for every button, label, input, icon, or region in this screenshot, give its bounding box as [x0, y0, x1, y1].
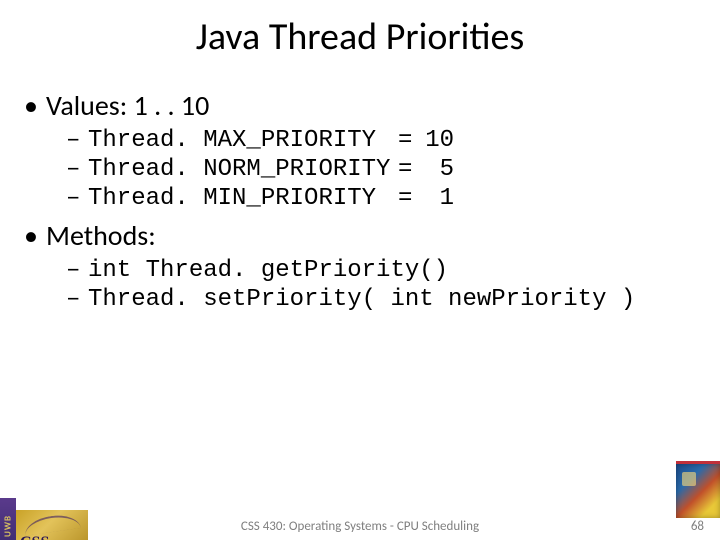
bullet-values: •Values: 1 . . 10: [24, 88, 696, 123]
priority-value: 5: [424, 156, 454, 183]
methods-heading: Methods:: [46, 218, 156, 253]
swish-icon: [23, 512, 81, 536]
values-heading: Values: 1 . . 10: [46, 88, 209, 123]
slide: Java Thread Priorities •Values: 1 . . 10…: [0, 14, 720, 540]
bullet-dash-icon: –: [66, 286, 88, 313]
bullet-methods: •Methods:: [24, 218, 696, 253]
priority-row: – Thread. NORM_PRIORITY = 5: [66, 156, 696, 183]
page-number: 68: [691, 519, 704, 534]
priority-row: – Thread. MAX_PRIORITY = 10: [66, 127, 696, 154]
priority-value: 1: [424, 185, 454, 212]
priority-eq: =: [398, 185, 424, 212]
priority-name: Thread. NORM_PRIORITY: [88, 156, 398, 183]
method-row: –Thread. setPriority( int newPriority ): [66, 286, 696, 313]
bullet-dash-icon: –: [66, 185, 88, 212]
footer-text: CSS 430: Operating Systems - CPU Schedul…: [0, 519, 720, 534]
method-text: int Thread. getPriority(): [88, 257, 448, 284]
priority-value: 10: [424, 127, 454, 154]
priority-eq: =: [398, 127, 424, 154]
bullet-dot-icon: •: [24, 88, 46, 123]
bullet-dash-icon: –: [66, 257, 88, 284]
bullet-dot-icon: •: [24, 218, 46, 253]
slide-content: •Values: 1 . . 10 – Thread. MAX_PRIORITY…: [24, 88, 696, 313]
bullet-dash-icon: –: [66, 127, 88, 154]
priority-eq: =: [398, 156, 424, 183]
slide-title: Java Thread Priorities: [0, 14, 720, 60]
css-logo-icon: CSS: [16, 510, 88, 540]
priority-name: Thread. MAX_PRIORITY: [88, 127, 398, 154]
bullet-dash-icon: –: [66, 156, 88, 183]
method-row: –int Thread. getPriority(): [66, 257, 696, 284]
logo-left-group: UWB CSS: [0, 498, 88, 540]
book-cover-icon: [676, 461, 720, 518]
priority-name: Thread. MIN_PRIORITY: [88, 185, 398, 212]
uwb-logo-icon: UWB: [0, 498, 16, 540]
method-text: Thread. setPriority( int newPriority ): [88, 286, 635, 313]
priority-row: – Thread. MIN_PRIORITY = 1: [66, 185, 696, 212]
